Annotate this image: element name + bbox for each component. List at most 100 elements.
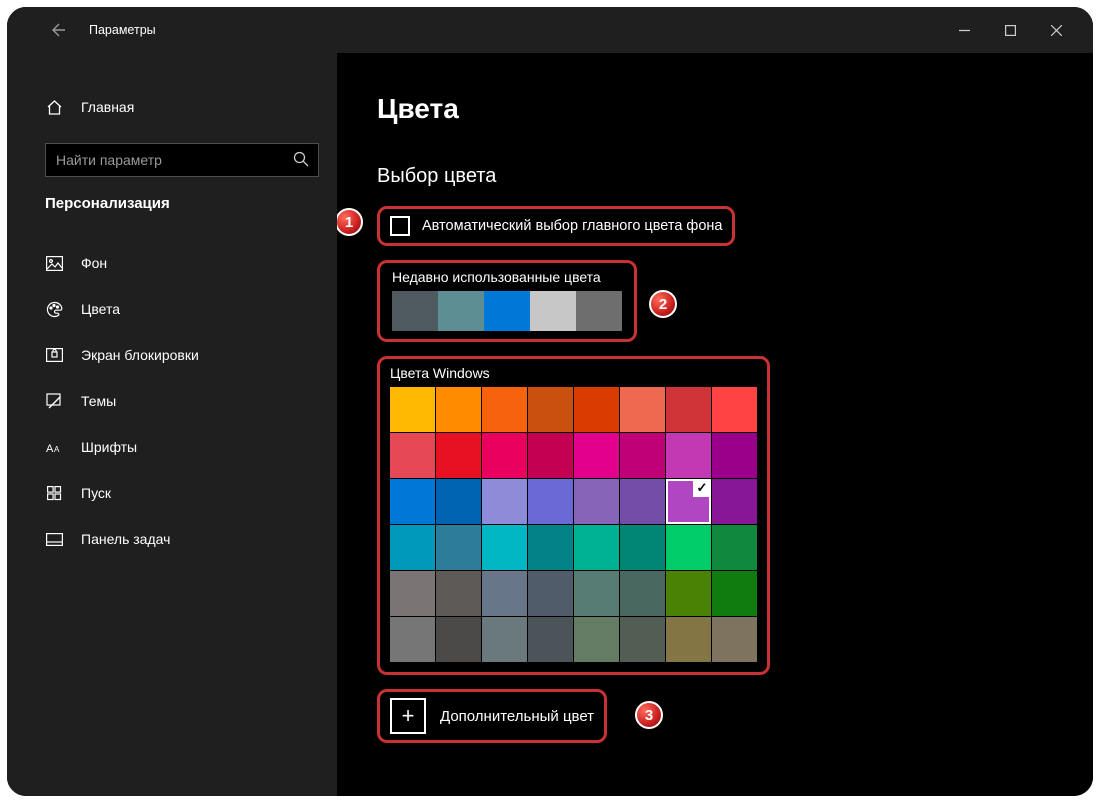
color-swatch[interactable]: ✓ (666, 479, 711, 524)
recent-color-swatch[interactable] (438, 291, 484, 331)
section-title: Выбор цвета (377, 165, 1053, 188)
auto-color-checkbox[interactable]: Автоматический выбор главного цвета фона (390, 216, 722, 236)
color-swatch[interactable] (482, 617, 527, 662)
color-swatch[interactable] (390, 387, 435, 432)
auto-color-label: Автоматический выбор главного цвета фона (422, 218, 722, 234)
picture-icon (45, 256, 63, 271)
annotation-badge-3: 3 (635, 701, 663, 729)
recent-color-swatch[interactable] (484, 291, 530, 331)
sidebar-item-label: Темы (81, 393, 116, 409)
sidebar-item-picture[interactable]: Фон (7, 240, 337, 286)
windows-colors-grid: ✓ (390, 387, 757, 662)
sidebar-item-label: Цвета (81, 301, 120, 317)
color-swatch[interactable] (482, 571, 527, 616)
windows-colors-title: Цвета Windows (390, 365, 757, 381)
recent-color-swatch[interactable] (392, 291, 438, 331)
color-swatch[interactable] (482, 525, 527, 570)
color-swatch[interactable] (528, 617, 573, 662)
sidebar-item-label: Экран блокировки (81, 347, 199, 363)
color-swatch[interactable] (620, 479, 665, 524)
annotation-badge-2: 2 (649, 290, 677, 318)
back-button[interactable] (45, 18, 69, 42)
color-swatch[interactable] (528, 571, 573, 616)
color-swatch[interactable] (712, 571, 757, 616)
sidebar-item-palette[interactable]: Цвета (7, 286, 337, 332)
color-swatch[interactable] (574, 571, 619, 616)
color-swatch[interactable] (712, 479, 757, 524)
sidebar-item-taskbar[interactable]: Панель задач (7, 516, 337, 562)
auto-color-frame: Автоматический выбор главного цвета фона (377, 206, 735, 246)
home-icon (45, 99, 63, 116)
color-swatch[interactable] (390, 617, 435, 662)
color-swatch[interactable] (390, 479, 435, 524)
color-swatch[interactable] (620, 525, 665, 570)
sidebar-item-label: Пуск (81, 485, 111, 501)
custom-color-frame: + Дополнительный цвет (377, 689, 607, 743)
palette-icon (45, 301, 63, 318)
color-swatch[interactable] (574, 387, 619, 432)
color-swatch[interactable] (436, 525, 481, 570)
color-swatch[interactable] (436, 571, 481, 616)
search-input[interactable] (45, 143, 319, 177)
recent-color-swatch[interactable] (576, 291, 622, 331)
sidebar-item-brush[interactable]: Темы (7, 378, 337, 424)
color-swatch[interactable] (620, 571, 665, 616)
color-swatch[interactable] (436, 387, 481, 432)
custom-color-button[interactable]: + Дополнительный цвет (390, 698, 594, 734)
color-swatch[interactable] (574, 433, 619, 478)
recent-colors-title: Недавно использованные цвета (392, 269, 622, 285)
sidebar: Главная Персонализация ФонЦветаЭкран бло… (7, 53, 337, 796)
color-swatch[interactable] (620, 387, 665, 432)
color-swatch[interactable] (574, 525, 619, 570)
color-swatch[interactable] (482, 479, 527, 524)
color-swatch[interactable] (436, 617, 481, 662)
color-swatch[interactable] (620, 433, 665, 478)
search-input-wrap (45, 143, 319, 177)
sidebar-item-font[interactable]: AAШрифты (7, 424, 337, 470)
font-icon: AA (45, 440, 63, 455)
custom-color-label: Дополнительный цвет (440, 708, 594, 725)
brush-icon (45, 393, 63, 410)
windows-colors-frame: Цвета Windows ✓ (377, 356, 770, 675)
color-swatch[interactable] (482, 433, 527, 478)
start-icon (45, 486, 63, 501)
checkbox-icon (390, 216, 410, 236)
color-swatch[interactable] (528, 387, 573, 432)
color-swatch[interactable] (620, 617, 665, 662)
recent-colors-frame: Недавно использованные цвета (377, 260, 637, 342)
sidebar-item-lock[interactable]: Экран блокировки (7, 332, 337, 378)
main-content: Цвета Выбор цвета 1 Автоматический выбор… (337, 53, 1093, 796)
color-swatch[interactable] (666, 617, 711, 662)
color-swatch[interactable] (712, 387, 757, 432)
svg-text:A: A (46, 443, 54, 455)
color-swatch[interactable] (390, 571, 435, 616)
lock-icon (45, 348, 63, 362)
color-swatch[interactable] (528, 479, 573, 524)
color-swatch[interactable] (666, 525, 711, 570)
recent-colors-row (392, 291, 622, 331)
color-swatch[interactable] (712, 617, 757, 662)
color-swatch[interactable] (666, 387, 711, 432)
color-swatch[interactable] (712, 525, 757, 570)
color-swatch[interactable] (482, 387, 527, 432)
sidebar-item-start[interactable]: Пуск (7, 470, 337, 516)
search-icon (293, 151, 309, 172)
color-swatch[interactable] (666, 433, 711, 478)
color-swatch[interactable] (712, 433, 757, 478)
color-swatch[interactable] (528, 525, 573, 570)
sidebar-home[interactable]: Главная (45, 87, 319, 127)
color-swatch[interactable] (390, 433, 435, 478)
color-swatch[interactable] (390, 525, 435, 570)
sidebar-item-label: Панель задач (81, 531, 170, 547)
checkmark-icon: ✓ (693, 479, 711, 497)
color-swatch[interactable] (528, 433, 573, 478)
recent-color-swatch[interactable] (530, 291, 576, 331)
color-swatch[interactable] (666, 571, 711, 616)
plus-icon: + (390, 698, 426, 734)
color-swatch[interactable] (574, 617, 619, 662)
sidebar-item-label: Фон (81, 255, 107, 271)
color-swatch[interactable] (436, 479, 481, 524)
page-title: Цвета (377, 93, 1053, 125)
color-swatch[interactable] (574, 479, 619, 524)
color-swatch[interactable] (436, 433, 481, 478)
